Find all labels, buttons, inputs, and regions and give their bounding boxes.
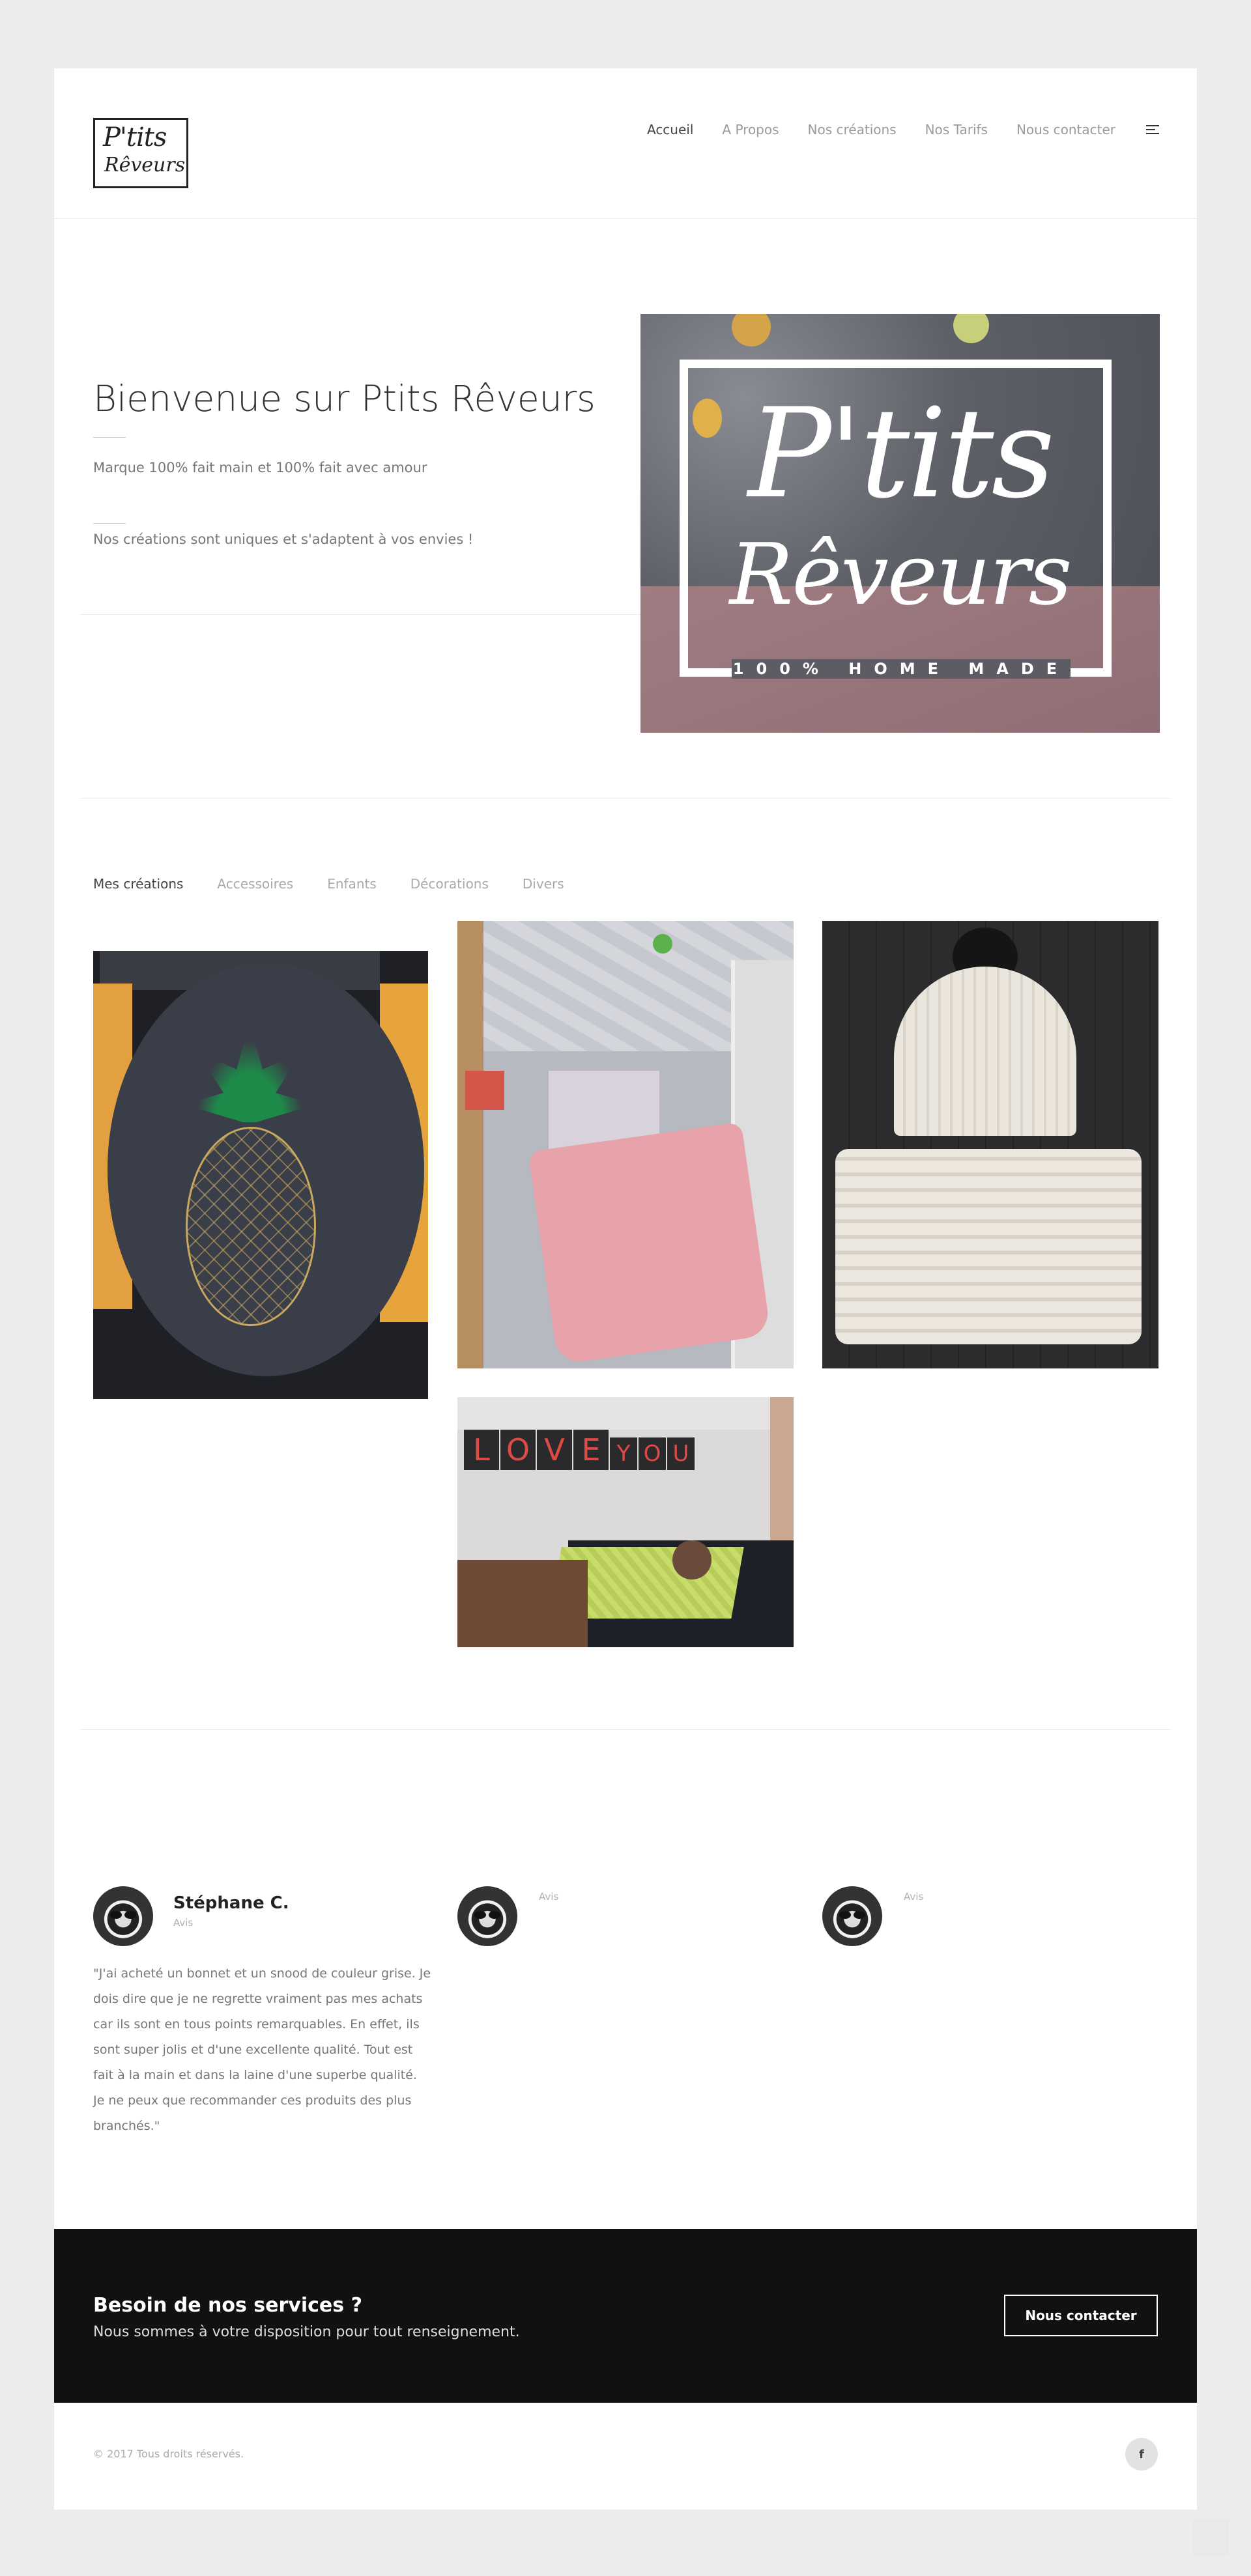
- filter-mes-creations[interactable]: Mes créations: [93, 876, 183, 892]
- wall-letter: V: [537, 1430, 572, 1470]
- gallery-item-pineapple[interactable]: [93, 951, 428, 1399]
- testimonial-avatar-3: [822, 1886, 882, 1946]
- nav-item-a-propos[interactable]: A Propos: [722, 122, 779, 137]
- hero-image-text-2: Rêveurs: [729, 525, 1072, 624]
- hero-divider-2: [93, 523, 126, 524]
- main-nav: Accueil A Propos Nos créations Nos Tarif…: [618, 122, 1115, 137]
- section-rule-2: [80, 1729, 1171, 1730]
- logo-line-2: Rêveurs: [104, 154, 186, 177]
- testimonial-label-3: Avis: [904, 1891, 924, 1903]
- cta-title: Besoin de nos services ?: [93, 2294, 362, 2317]
- wall-letter: O: [500, 1430, 536, 1470]
- logo-line-1: P'tits: [103, 122, 167, 152]
- hero-title: Bienvenue sur Ptits Rêveurs: [93, 378, 596, 419]
- footer-copyright: © 2017 Tous droits réservés.: [93, 2448, 244, 2460]
- section-rule-1: [80, 798, 1171, 799]
- hero-divider-1: [93, 437, 126, 438]
- site-logo[interactable]: P'tits Rêveurs: [93, 118, 188, 188]
- testimonial-label-2: Avis: [539, 1891, 559, 1903]
- cta-banner: Besoin de nos services ? Nous sommes à v…: [54, 2229, 1197, 2403]
- testimonial-label-1: Avis: [173, 1917, 194, 1929]
- testimonial-avatar-1: [93, 1886, 153, 1946]
- hero-subtitle-1: Marque 100% fait main et 100% fait avec …: [93, 460, 427, 475]
- nav-item-nos-creations[interactable]: Nos créations: [808, 122, 897, 137]
- wall-letter: U: [667, 1437, 695, 1470]
- hero-image-tagline: 100% HOME MADE: [732, 659, 1071, 679]
- love-you-letters: LOVEYOU: [464, 1430, 695, 1470]
- filter-enfants[interactable]: Enfants: [327, 876, 377, 892]
- gallery-filters: Mes créations Accessoires Enfants Décora…: [93, 876, 598, 892]
- nav-item-nous-contacter[interactable]: Nous contacter: [1016, 122, 1115, 137]
- hero-image-text-1: P'tits: [747, 382, 1055, 526]
- hero-rule: [80, 614, 640, 615]
- wall-letter: Y: [610, 1437, 637, 1470]
- hamburger-menu-icon[interactable]: [1146, 125, 1159, 135]
- site-header: P'tits Rêveurs Accueil A Propos Nos créa…: [54, 68, 1197, 219]
- scroll-to-top-button[interactable]: [1192, 2519, 1229, 2555]
- gallery-item-beanie[interactable]: [822, 921, 1158, 1368]
- gallery-item-love-you-room[interactable]: LOVEYOU: [457, 1397, 794, 1647]
- nav-item-nos-tarifs[interactable]: Nos Tarifs: [925, 122, 988, 137]
- nav-item-accueil[interactable]: Accueil: [647, 122, 693, 137]
- hero-image: P'tits Rêveurs 100% HOME MADE: [640, 314, 1160, 733]
- testimonial-name-1: Stéphane C.: [173, 1893, 289, 1913]
- wall-letter: E: [573, 1430, 609, 1470]
- filter-decorations[interactable]: Décorations: [410, 876, 489, 892]
- cta-text: Nous sommes à votre disposition pour tou…: [93, 2324, 520, 2340]
- filter-divers[interactable]: Divers: [523, 876, 564, 892]
- filter-accessoires[interactable]: Accessoires: [217, 876, 293, 892]
- facebook-icon[interactable]: f: [1125, 2438, 1158, 2470]
- gallery-item-sleeping-bag[interactable]: [457, 921, 794, 1368]
- testimonial-avatar-2: [457, 1886, 517, 1946]
- hero-subtitle-2: Nos créations sont uniques et s'adaptent…: [93, 531, 474, 547]
- page-container: P'tits Rêveurs Accueil A Propos Nos créa…: [54, 68, 1197, 2510]
- testimonial-quote-1: "J'ai acheté un bonnet et un snood de co…: [93, 1966, 431, 2133]
- wall-letter: L: [464, 1430, 499, 1470]
- contact-button[interactable]: Nous contacter: [1004, 2295, 1158, 2336]
- wall-letter: O: [639, 1437, 666, 1470]
